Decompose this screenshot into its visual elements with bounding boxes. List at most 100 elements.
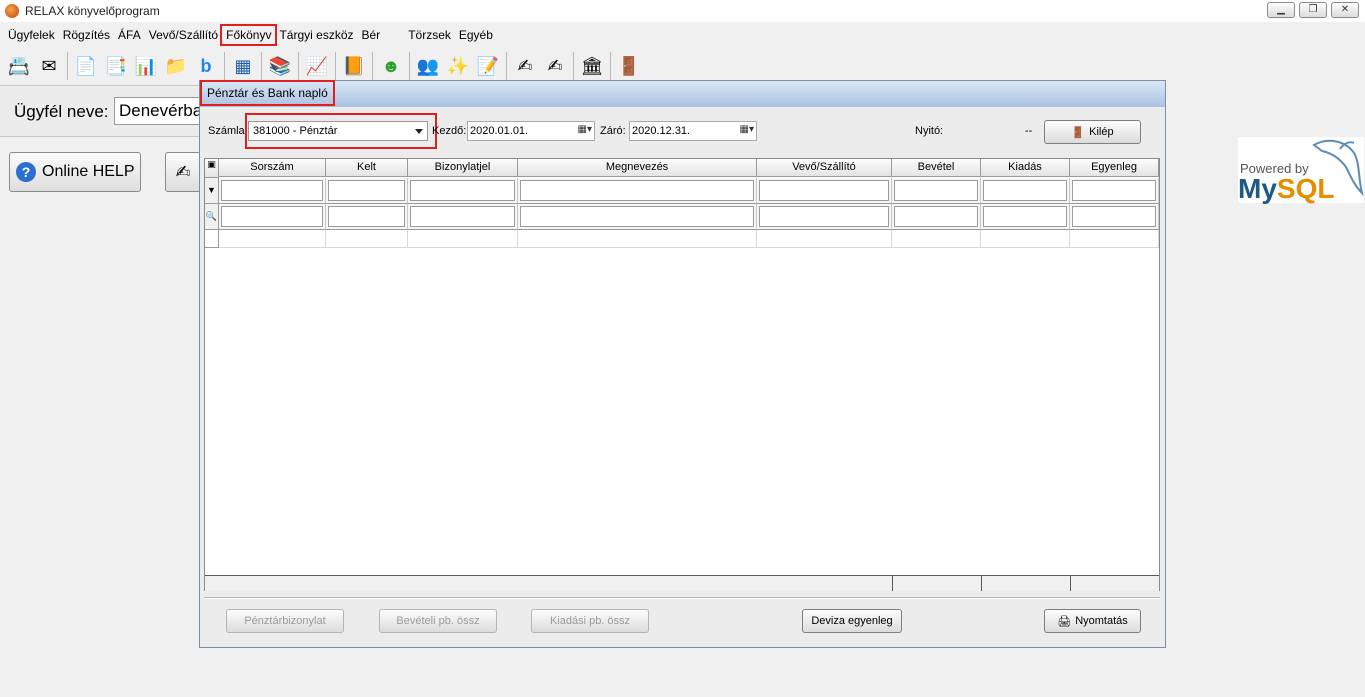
documents-icon[interactable]: 📑 bbox=[101, 51, 131, 81]
column-header-egyenleg[interactable]: Egyenleg bbox=[1070, 159, 1159, 177]
table-row[interactable] bbox=[326, 230, 408, 248]
search-kiadas-input[interactable] bbox=[983, 206, 1067, 227]
signature-2-icon[interactable]: ✍ bbox=[540, 51, 570, 81]
column-header-megnevezes[interactable]: Megnevezés bbox=[518, 159, 757, 177]
bank-b-icon[interactable]: b bbox=[191, 51, 221, 81]
table-row[interactable] bbox=[518, 230, 757, 248]
filter-cell bbox=[892, 178, 981, 204]
wizard-wand-icon[interactable]: ✨ bbox=[443, 51, 473, 81]
institution-icon[interactable]: 🏛 bbox=[577, 51, 607, 81]
document-icon[interactable]: 📄 bbox=[71, 51, 101, 81]
column-header-kelt[interactable]: Kelt bbox=[326, 159, 408, 177]
filter-bizonylatjel-input[interactable] bbox=[410, 180, 515, 201]
smiley-icon[interactable]: ☻ bbox=[376, 51, 406, 81]
filter-bevetel-input[interactable] bbox=[894, 180, 978, 201]
table-row[interactable] bbox=[1070, 230, 1159, 248]
mysql-logo: Powered by MySQL bbox=[1238, 137, 1364, 204]
table-row[interactable] bbox=[219, 230, 326, 248]
close-button[interactable]: ✕ bbox=[1331, 2, 1359, 18]
table-row[interactable] bbox=[892, 230, 981, 248]
column-header-bizonylatjel[interactable]: Bizonylatjel bbox=[408, 159, 518, 177]
table-row[interactable] bbox=[757, 230, 892, 248]
cash-receipt-label: Pénztárbizonylat bbox=[244, 615, 326, 627]
edit-tool-button[interactable]: ✍ bbox=[165, 152, 201, 192]
client-card-icon[interactable]: 📇 bbox=[4, 51, 34, 81]
exit-button[interactable]: 🚪 Kilép bbox=[1044, 120, 1141, 144]
account-label: Számla bbox=[208, 125, 245, 137]
income-total-button[interactable]: Bevételi pb. össz bbox=[379, 609, 497, 633]
menu-item-afa[interactable]: ÁFA bbox=[114, 26, 145, 44]
menu-item-torzsek[interactable]: Törzsek bbox=[404, 26, 455, 44]
search-megnevezes-input[interactable] bbox=[520, 206, 754, 227]
search-sorszam-input[interactable] bbox=[221, 206, 323, 227]
start-date-field[interactable]: 2020.01.01. ▦▾ bbox=[467, 121, 595, 141]
table-row[interactable] bbox=[981, 230, 1070, 248]
end-date-value: 2020.12.31. bbox=[632, 125, 691, 137]
search-vevo-szallito-input[interactable] bbox=[759, 206, 889, 227]
menu-item-vevo-szallito[interactable]: Vevő/Szállító bbox=[145, 26, 222, 44]
edit-note-icon[interactable]: 📝 bbox=[473, 51, 503, 81]
table-row[interactable] bbox=[408, 230, 518, 248]
column-header-vevo-szallito[interactable]: Vevő/Szállító bbox=[757, 159, 892, 177]
opening-value: -- bbox=[1025, 125, 1033, 137]
account-select-value: 381000 - Pénztár bbox=[253, 125, 338, 137]
search-row-marker: 🔍 bbox=[205, 204, 219, 230]
menu-item-fokonyv[interactable]: Főkönyv bbox=[220, 24, 278, 46]
calendar-icon[interactable]: ▦▾ bbox=[570, 124, 592, 138]
column-header-bevetel[interactable]: Bevétel bbox=[892, 159, 981, 177]
search-bizonylatjel-input[interactable] bbox=[410, 206, 515, 227]
grid-footer-totals bbox=[205, 575, 1159, 591]
filter-egyenleg-input[interactable] bbox=[1072, 180, 1156, 201]
title-bar: RELAX könyvelőprogram ▁ ❐ ✕ bbox=[0, 0, 1365, 22]
calculator-icon[interactable]: 📊 bbox=[131, 51, 161, 81]
users-icon[interactable]: 👥 bbox=[413, 51, 443, 81]
window-controls: ▁ ❐ ✕ bbox=[1267, 2, 1359, 18]
menu-bar: Ügyfelek Rögzítés ÁFA Vevő/Szállító Főkö… bbox=[0, 23, 1365, 47]
menu-item-rogzites[interactable]: Rögzítés bbox=[59, 26, 114, 44]
folder-icon[interactable]: 📁 bbox=[161, 51, 191, 81]
table-icon[interactable]: ▦ bbox=[228, 51, 258, 81]
expense-total-button[interactable]: Kiadási pb. össz bbox=[531, 609, 649, 633]
account-select[interactable]: 381000 - Pénztár bbox=[248, 121, 428, 141]
filter-kelt-input[interactable] bbox=[328, 180, 405, 201]
search-cell bbox=[408, 204, 518, 230]
restore-button[interactable]: ❐ bbox=[1299, 2, 1327, 18]
printer-icon: 🖨 bbox=[1057, 615, 1072, 628]
search-cell bbox=[892, 204, 981, 230]
toolbar-separator bbox=[372, 52, 373, 80]
menu-item-egyeb[interactable]: Egyéb bbox=[455, 26, 497, 44]
search-kelt-input[interactable] bbox=[328, 206, 405, 227]
menu-item-ber[interactable]: Bér bbox=[358, 26, 385, 44]
search-egyenleg-input[interactable] bbox=[1072, 206, 1156, 227]
filter-sorszam-input[interactable] bbox=[221, 180, 323, 201]
filter-cell bbox=[326, 178, 408, 204]
menu-item-targyi-eszkoz[interactable]: Tárgyi eszköz bbox=[275, 26, 357, 44]
cash-receipt-button[interactable]: Pénztárbizonylat bbox=[226, 609, 344, 633]
search-cell bbox=[518, 204, 757, 230]
calendar-icon[interactable]: ▦▾ bbox=[732, 124, 754, 138]
filter-vevo-szallito-input[interactable] bbox=[759, 180, 889, 201]
journal-grid: ▣ Sorszám Kelt Bizonylatjel Megnevezés V… bbox=[204, 158, 1160, 591]
minimize-button[interactable]: ▁ bbox=[1267, 2, 1295, 18]
end-date-field[interactable]: 2020.12.31. ▦▾ bbox=[629, 121, 757, 141]
chevron-down-icon bbox=[415, 129, 423, 134]
sort-icon[interactable]: 📈 bbox=[302, 51, 332, 81]
search-bevetel-input[interactable] bbox=[894, 206, 978, 227]
signature-icon[interactable]: ✍ bbox=[510, 51, 540, 81]
print-button[interactable]: 🖨 Nyomtatás bbox=[1044, 609, 1141, 633]
filter-kiadas-input[interactable] bbox=[983, 180, 1067, 201]
ledger-book-icon[interactable]: 📙 bbox=[339, 51, 369, 81]
search-cell bbox=[326, 204, 408, 230]
column-header-kiadas[interactable]: Kiadás bbox=[981, 159, 1070, 177]
filter-megnevezes-input[interactable] bbox=[520, 180, 754, 201]
grid-corner[interactable]: ▣ bbox=[205, 159, 219, 178]
bottom-divider bbox=[204, 597, 1160, 599]
online-help-button[interactable]: ? Online HELP bbox=[9, 152, 141, 192]
currency-balance-button[interactable]: Deviza egyenleg bbox=[802, 609, 902, 633]
mail-icon[interactable]: ✉ bbox=[34, 51, 64, 81]
column-header-sorszam[interactable]: Sorszám bbox=[219, 159, 326, 177]
exit-door-icon[interactable]: 🚪 bbox=[614, 51, 644, 81]
toolbar-separator bbox=[610, 52, 611, 80]
menu-item-ugyfelek[interactable]: Ügyfelek bbox=[4, 26, 59, 44]
books-icon[interactable]: 📚 bbox=[265, 51, 295, 81]
